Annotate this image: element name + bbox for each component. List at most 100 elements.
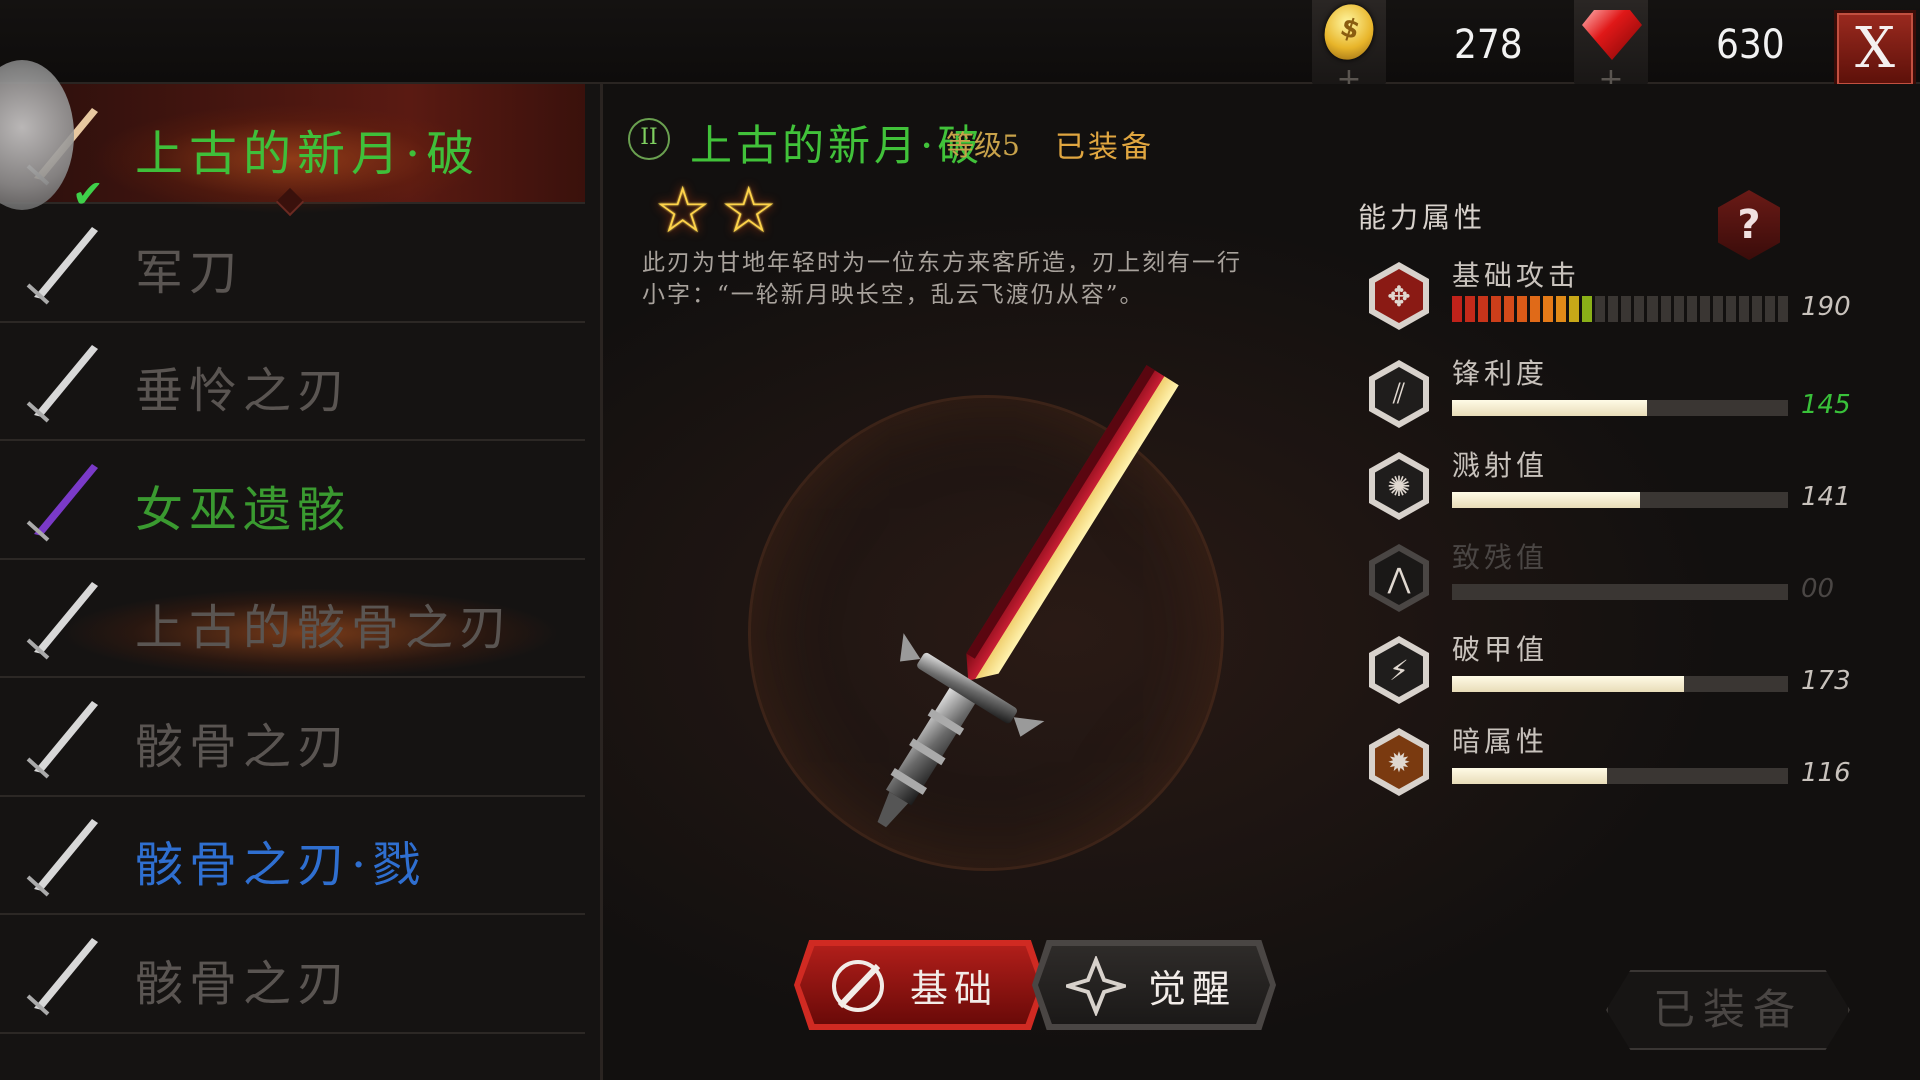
stat-segment (1491, 296, 1502, 322)
stat-bar (1452, 492, 1788, 508)
stat-segment (1569, 296, 1580, 322)
stat-segment (1556, 296, 1567, 322)
stat-bar-fill (1452, 768, 1607, 784)
stat-segment (1608, 296, 1619, 322)
stat-icon-face: ✺ (1375, 459, 1423, 513)
stat-segment (1699, 296, 1710, 322)
sword-illustration (877, 365, 1179, 828)
stat-segment (1777, 296, 1788, 322)
stat-row: ✹ 暗属性 116 (1365, 725, 1851, 808)
top-resource-bar: $ + 278 + 630 X (0, 0, 1920, 104)
stat-bar (1452, 400, 1788, 416)
stat-segment (1673, 296, 1684, 322)
weapon-thumbnail-icon (26, 345, 98, 423)
stat-icon-face: ⋀ (1375, 551, 1423, 605)
rank-badge: II (628, 118, 670, 160)
cripple-icon: ⋀ (1369, 544, 1429, 612)
stat-segment (1764, 296, 1775, 322)
stat-bar (1452, 768, 1788, 784)
weapon-list-item-label: 军刀 (135, 244, 244, 301)
equip-button[interactable]: 已装备 (1606, 970, 1850, 1050)
stat-icon-face: ⫽ (1375, 367, 1423, 421)
weapon-list-item-label: 垂怜之刃 (135, 363, 352, 419)
coin-glyph: $ (1336, 12, 1364, 47)
weapon-list-item-label: 骸骨之刃 (135, 955, 352, 1012)
weapon-thumbnail-icon (26, 463, 98, 541)
stat-segment (1738, 296, 1749, 322)
splash-icon: ✺ (1369, 452, 1429, 520)
stat-label: 破甲值 (1452, 633, 1549, 666)
stat-segment (1452, 296, 1463, 322)
weapon-list: 上古的新月·破 ✔ 军刀 垂怜之刃 女巫遗骸 上古的骸骨之刃 骸骨之刃 骸骨之刃·戮 骸骨之刃 (0, 84, 603, 1080)
armor-break-icon: ⚡ (1369, 636, 1429, 704)
weapon-list-item-label: 骸骨之刃 (135, 718, 352, 775)
stat-segment (1582, 296, 1593, 322)
stat-label: 致残值 (1452, 541, 1549, 574)
attack-icon: ✥ (1369, 262, 1429, 330)
stat-segment-bar (1452, 296, 1788, 322)
tab-awaken[interactable]: 觉醒 (1038, 946, 1270, 1024)
stat-segment (1621, 296, 1632, 322)
stat-row: ✥ 基础攻击 190 (1365, 259, 1851, 342)
weapon-list-item[interactable]: 军刀 (0, 203, 585, 323)
gold-amount: 278 (1454, 22, 1523, 68)
stat-segment (1725, 296, 1736, 322)
stat-bar-fill (1452, 400, 1647, 416)
stat-bar-fill (1452, 676, 1684, 692)
stat-label: 暗属性 (1452, 725, 1549, 758)
stats-title: 能力属性 (1358, 201, 1487, 234)
stat-segment (1517, 296, 1528, 322)
stat-bar-fill (1452, 492, 1641, 508)
awaken-tab-icon (1066, 956, 1126, 1016)
stat-segment (1712, 296, 1723, 322)
close-button[interactable]: X (1834, 10, 1916, 88)
stat-segment (1595, 296, 1606, 322)
stat-bar (1452, 584, 1788, 600)
weapon-thumbnail-icon (26, 819, 98, 897)
weapon-description: 此刃为甘地年轻时为一位东方来客所造，刃上刻有一行小字：“一轮新月映长空，乱云飞渡… (642, 250, 1242, 308)
dark-element-icon: ✹ (1369, 728, 1429, 796)
stat-segment (1647, 296, 1658, 322)
tab-awaken-label: 觉醒 (1148, 966, 1237, 1011)
stat-segment (1686, 296, 1697, 322)
weapon-list-item[interactable]: 女巫遗骸 (0, 440, 585, 560)
stat-segment (1543, 296, 1554, 322)
weapon-thumbnail-icon (26, 226, 98, 304)
stat-bar (1452, 676, 1788, 692)
weapon-list-item[interactable]: 骸骨之刃·戮 (0, 795, 585, 915)
stat-segment (1530, 296, 1541, 322)
gem-amount: 630 (1716, 22, 1785, 68)
stat-segment (1504, 296, 1515, 322)
stat-label: 锋利度 (1452, 357, 1549, 390)
weapon-list-item[interactable]: 垂怜之刃 (0, 321, 585, 441)
stat-icon-face: ✹ (1375, 735, 1423, 789)
weapon-list-item[interactable]: 骸骨之刃 (0, 914, 585, 1034)
stat-value: 145 (1801, 390, 1851, 420)
stat-value: 173 (1801, 666, 1851, 696)
stat-segment (1634, 296, 1645, 322)
weapon-thumbnail-icon (26, 700, 98, 778)
tab-basic[interactable]: 基础 (800, 946, 1040, 1024)
stat-value: 190 (1801, 292, 1851, 322)
weapon-list-item[interactable]: 骸骨之刃 (0, 677, 585, 797)
equipped-status: 已装备 (1055, 130, 1154, 165)
stat-label: 基础攻击 (1452, 259, 1581, 292)
weapon-list-item[interactable]: 上古的新月·破 ✔ (0, 84, 585, 216)
stat-segment (1478, 296, 1489, 322)
weapon-name: 上古的新月·破 (690, 121, 984, 170)
weapon-level: 等级5 (946, 129, 1020, 162)
weapon-list-item-label: 女巫遗骸 (135, 481, 352, 538)
stat-row: ⋀ 致残值 00 (1365, 541, 1845, 624)
weapon-list-item-label: 上古的骸骨之刃 (135, 600, 514, 656)
stat-icon-face: ✥ (1375, 269, 1423, 323)
stat-label: 溅射值 (1452, 449, 1549, 482)
weapon-thumbnail-icon (26, 937, 98, 1015)
stat-value: 00 (1801, 574, 1835, 604)
stat-row: ⚡ 破甲值 173 (1365, 633, 1851, 716)
stat-row: ✺ 溅射值 141 (1365, 449, 1851, 532)
stat-value: 116 (1801, 758, 1851, 788)
stat-segment (1660, 296, 1671, 322)
weapon-list-item[interactable]: 上古的骸骨之刃 (0, 558, 585, 678)
star-icon: ☆ (720, 174, 778, 248)
tab-basic-label: 基础 (910, 966, 999, 1011)
